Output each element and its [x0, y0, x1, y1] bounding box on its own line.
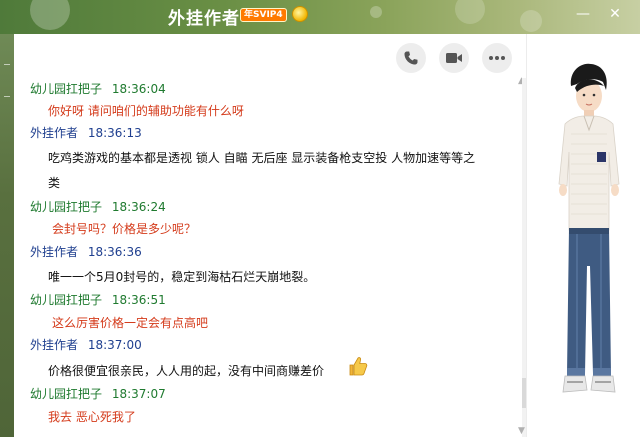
- message-time: 18:36:13: [87, 126, 142, 140]
- video-camera-icon: [446, 53, 462, 63]
- message-time: 18:36:51: [111, 293, 166, 307]
- profile-show-panel: [526, 34, 640, 437]
- message-time: 18:37:07: [111, 387, 166, 401]
- background-decoration: [520, 10, 542, 32]
- message-time: 18:36:04: [111, 82, 166, 96]
- sender-name[interactable]: 外挂作者: [30, 124, 78, 141]
- window-title: 外挂作者: [168, 9, 240, 29]
- sender-name[interactable]: 外挂作者: [30, 336, 78, 353]
- left-side-strip: [0, 34, 14, 437]
- message-header: 幼儿园扛把子 18:36:51: [30, 291, 166, 308]
- scroll-down-icon[interactable]: ▼: [518, 426, 525, 436]
- phone-icon: [404, 51, 418, 65]
- message-text: 你好呀 请问咱们的辅助功能有什么呀: [48, 102, 244, 119]
- message-text-continued: 类: [48, 176, 61, 190]
- more-options-button[interactable]: [482, 43, 512, 73]
- message-header: 外挂作者 18:37:00: [30, 336, 142, 353]
- message-header: 外挂作者 18:36:36: [30, 243, 142, 260]
- message-header: 幼儿园扛把子 18:36:04: [30, 80, 166, 97]
- sender-name[interactable]: 幼儿园扛把子: [30, 80, 102, 97]
- message-text: 我去 恶心死我了: [48, 410, 136, 424]
- message-time: 18:36:24: [111, 200, 166, 214]
- message-text: 你好呀 请问咱们的辅助功能有什么呀: [48, 104, 244, 118]
- message-text: 这么厉害价格一定会有点高吧: [52, 316, 209, 330]
- crown-icon: [292, 6, 308, 22]
- divider: [4, 64, 10, 65]
- message-time: 18:37:00: [87, 338, 142, 352]
- minimize-button[interactable]: —: [574, 5, 592, 23]
- background-decoration: [30, 0, 70, 30]
- message-header: 幼儿园扛把子 18:36:24: [30, 198, 166, 215]
- message-text: 吃鸡类游戏的基本都是透视 锁人 自瞄 无后座 显示装备枪支空投 人物加速等等之: [48, 151, 476, 165]
- video-call-button[interactable]: [439, 43, 469, 73]
- sender-name[interactable]: 外挂作者: [30, 243, 78, 260]
- sender-name[interactable]: 幼儿园扛把子: [30, 291, 102, 308]
- sender-name[interactable]: 幼儿园扛把子: [30, 198, 102, 215]
- background-decoration: [370, 6, 382, 18]
- title-bar: 外挂作者 年SVIP4 — ✕: [0, 0, 640, 34]
- message-text: 唯一一个5月0封号的，稳定到海枯石烂天崩地裂。: [48, 270, 316, 284]
- background-decoration: [455, 0, 485, 24]
- divider: [4, 96, 10, 97]
- more-icon: [489, 56, 505, 60]
- message-text: 会封号吗？价格是多少呢？: [52, 222, 197, 236]
- sender-name[interactable]: 幼儿园扛把子: [30, 385, 102, 402]
- message-text: 价格很便宜很亲民，人人用的起，没有中间商赚差价: [48, 364, 325, 378]
- chat-panel: ▲ ▼ 幼儿园扛把子 18:36:04 你好呀 请问咱们的辅助功能有什么呀 外挂…: [14, 34, 526, 437]
- message-header: 幼儿园扛把子 18:37:07: [30, 385, 166, 402]
- close-button[interactable]: ✕: [606, 5, 624, 23]
- message-header: 外挂作者 18:36:13: [30, 124, 142, 141]
- avatar-figure[interactable]: [527, 34, 640, 437]
- phone-call-button[interactable]: [396, 43, 426, 73]
- message-time: 18:36:36: [87, 245, 142, 259]
- thumbs-up-icon: [349, 357, 368, 376]
- vip-badge: 年SVIP4: [240, 8, 287, 22]
